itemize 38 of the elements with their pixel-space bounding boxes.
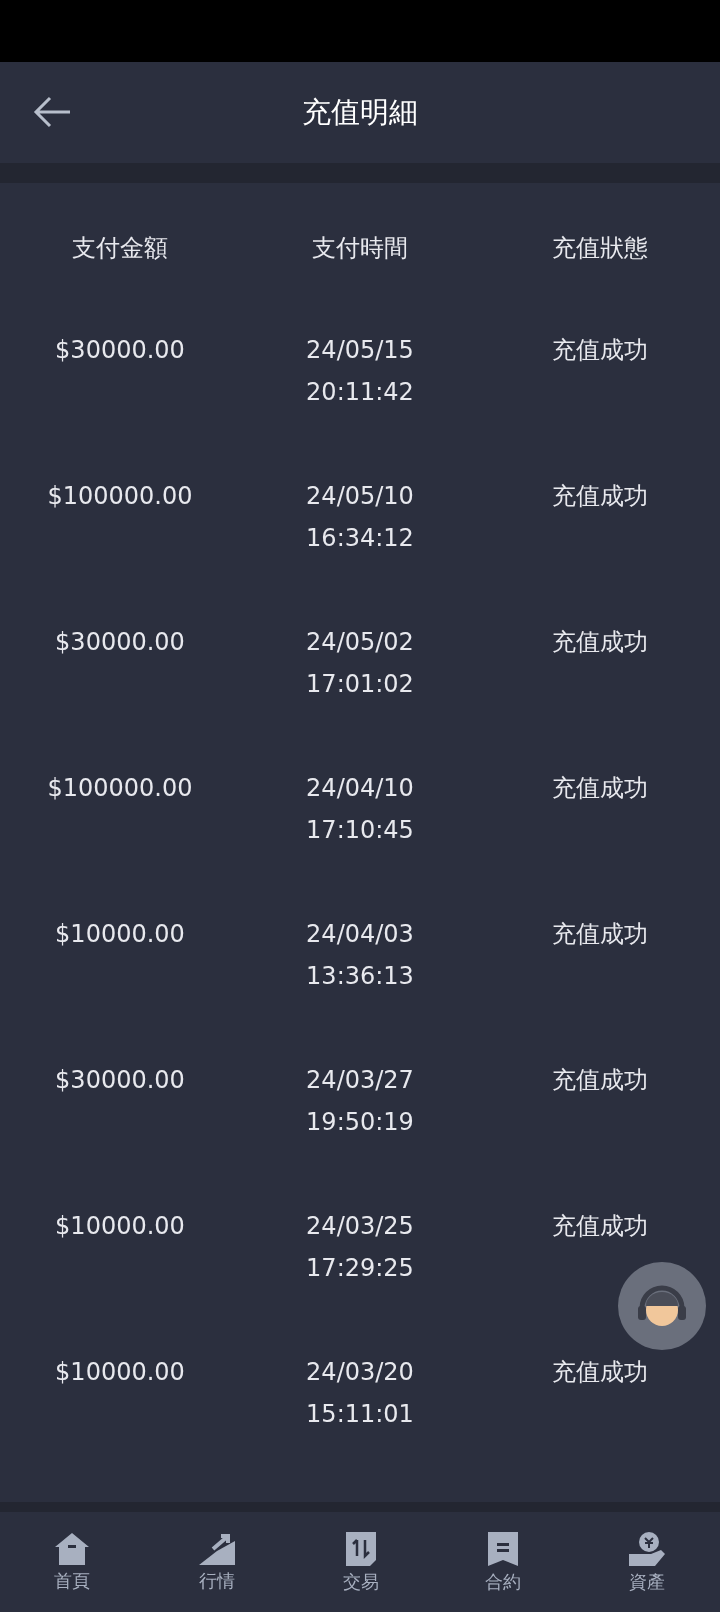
status-cell-text: 充值成功 xyxy=(552,1211,648,1242)
time-cell-text: 24/03/25 17:29:25 xyxy=(306,1211,414,1284)
time-cell-text: 24/04/10 17:10:45 xyxy=(306,773,414,846)
nav-tab[interactable]: 行情 xyxy=(185,1527,249,1597)
exchange-document-icon xyxy=(344,1530,378,1568)
time-cell-text: 24/03/20 15:11:01 xyxy=(306,1357,414,1430)
status-cell-text: 充值成功 xyxy=(552,1357,648,1388)
amount-cell-text: $10000.00 xyxy=(55,919,185,950)
document-icon xyxy=(486,1530,520,1568)
home-icon xyxy=(53,1531,91,1567)
amount-cell-text: $30000.00 xyxy=(55,1065,185,1096)
column-header: 支付金額 xyxy=(72,233,168,264)
coin-hand-icon xyxy=(627,1530,667,1568)
nav-tab[interactable]: 首頁 xyxy=(41,1527,103,1597)
time-cell-text: 24/05/10 16:34:12 xyxy=(306,481,414,554)
page-title: 充值明細 xyxy=(302,93,418,131)
chart-up-icon xyxy=(197,1531,237,1567)
nav-tab[interactable]: 資產 xyxy=(615,1526,679,1598)
amount-cell-text: $100000.00 xyxy=(47,773,193,804)
column-header: 支付時間 xyxy=(312,233,408,264)
amount-cell-text: $100000.00 xyxy=(47,481,193,512)
status-cell-text: 充值成功 xyxy=(552,1065,648,1096)
time-cell-text: 24/05/15 20:11:42 xyxy=(306,335,414,408)
status-cell-text: 充值成功 xyxy=(552,627,648,658)
status-cell-text: 充值成功 xyxy=(552,335,648,366)
nav-tab[interactable]: 交易 xyxy=(331,1526,391,1598)
nav-tab[interactable]: 合約 xyxy=(473,1526,533,1598)
status-cell-text: 充值成功 xyxy=(552,919,648,950)
column-header: 充值狀態 xyxy=(552,233,648,264)
status-cell-text: 充值成功 xyxy=(552,773,648,804)
status-cell-text: 充值成功 xyxy=(552,481,648,512)
amount-cell-text: $30000.00 xyxy=(55,335,185,366)
amount-cell-text: $30000.00 xyxy=(55,627,185,658)
time-cell-text: 24/05/02 17:01:02 xyxy=(306,627,414,700)
amount-cell-text: $10000.00 xyxy=(55,1357,185,1388)
time-cell-text: 24/04/03 13:36:13 xyxy=(306,919,414,992)
time-cell-text: 24/03/27 19:50:19 xyxy=(306,1065,414,1138)
amount-cell-text: $10000.00 xyxy=(55,1211,185,1242)
